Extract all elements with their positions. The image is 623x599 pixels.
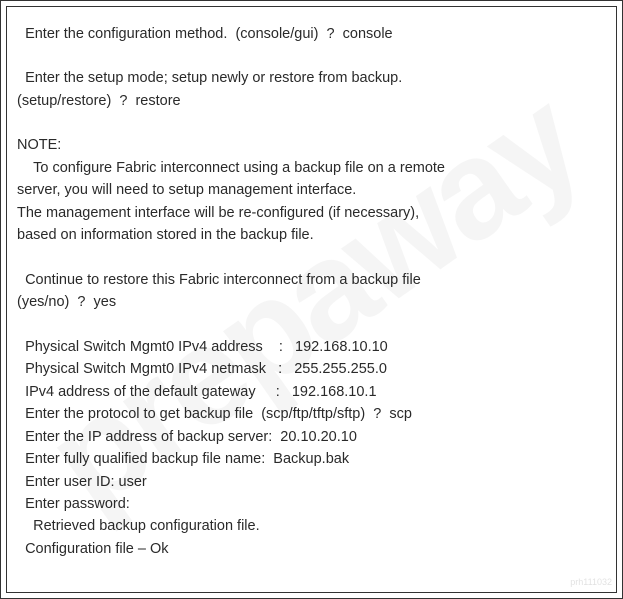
console-line: server, you will need to setup managemen… — [17, 179, 606, 201]
console-line: Physical Switch Mgmt0 IPv4 netmask : 255… — [17, 358, 606, 380]
console-line: based on information stored in the backu… — [17, 224, 606, 246]
blank-line — [17, 247, 606, 269]
console-line: Enter the configuration method. (console… — [17, 23, 606, 45]
console-line: Continue to restore this Fabric intercon… — [17, 269, 606, 291]
console-line: Enter the IP address of backup server: 2… — [17, 426, 606, 448]
console-line: Enter user ID: user — [17, 471, 606, 493]
console-line: Enter fully qualified backup file name: … — [17, 448, 606, 470]
console-line: Retrieved backup configuration file. — [17, 515, 606, 537]
footer-watermark: prh111032 — [570, 576, 612, 590]
blank-line — [17, 45, 606, 67]
console-line: Physical Switch Mgmt0 IPv4 address : 192… — [17, 336, 606, 358]
console-line: NOTE: — [17, 134, 606, 156]
blank-line — [17, 112, 606, 134]
outer-border: prepaway Enter the configuration method.… — [0, 0, 623, 599]
console-line: To configure Fabric interconnect using a… — [17, 157, 606, 179]
console-line: Configuration file – Ok — [17, 538, 606, 560]
console-line: The management interface will be re-conf… — [17, 202, 606, 224]
console-line: (yes/no) ? yes — [17, 291, 606, 313]
console-line: Enter the protocol to get backup file (s… — [17, 403, 606, 425]
console-output-box: prepaway Enter the configuration method.… — [6, 6, 617, 593]
console-line: Enter password: — [17, 493, 606, 515]
blank-line — [17, 314, 606, 336]
console-line: (setup/restore) ? restore — [17, 90, 606, 112]
console-line: IPv4 address of the default gateway : 19… — [17, 381, 606, 403]
console-line: Enter the setup mode; setup newly or res… — [17, 67, 606, 89]
